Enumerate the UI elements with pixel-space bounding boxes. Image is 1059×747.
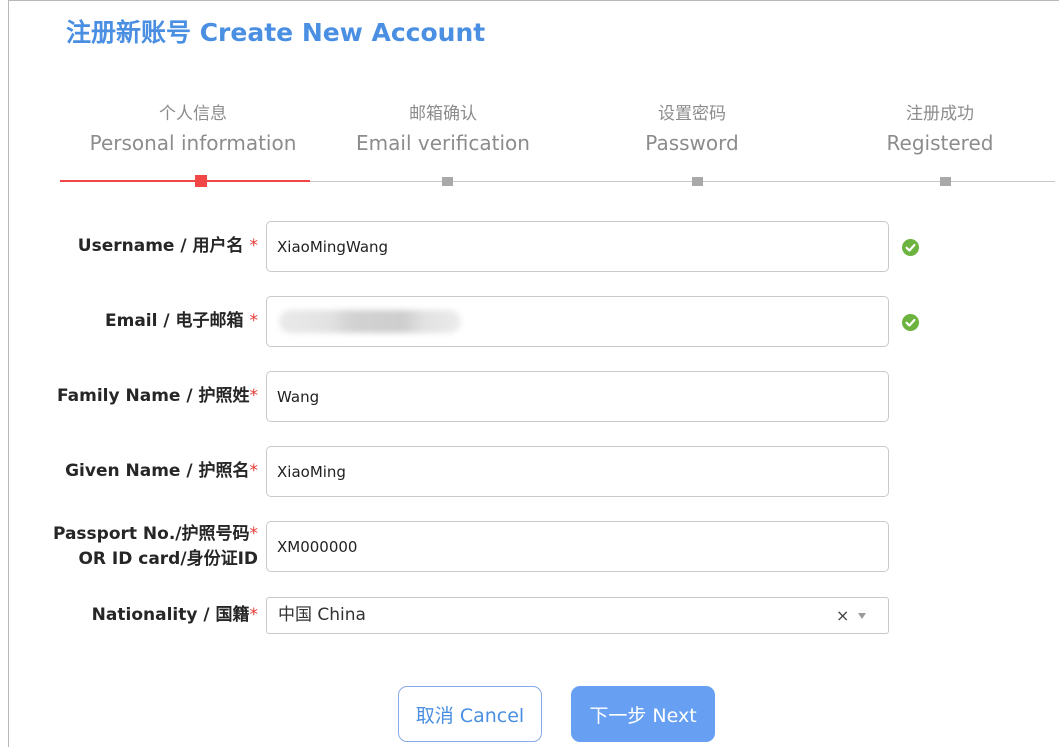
given-name-label: Given Name / 护照名*: [8, 446, 258, 497]
check-circle-icon-graphic: [902, 313, 919, 331]
step-registered: 注册成功 Registered: [822, 100, 1058, 158]
email-label: Email / 电子邮箱 *: [8, 296, 258, 347]
given-name-label-text: Given Name / 护照名: [65, 461, 250, 481]
nationality-label-line: Nationality / 国籍*: [92, 603, 258, 628]
username-input[interactable]: [266, 221, 889, 272]
passport-label-line-2: OR ID card/身份证ID: [78, 547, 258, 572]
nationality-row: Nationality / 国籍* 中国 China ×: [0, 597, 1059, 634]
cancel-button[interactable]: 取消 Cancel: [398, 686, 542, 742]
step-label-en: Personal information: [89, 131, 297, 155]
step-label-zh: 邮箱确认: [409, 104, 477, 124]
passport-label-text: Passport No./护照号码: [52, 523, 250, 544]
step-label-en: Password: [645, 131, 739, 155]
step-label-zh: 注册成功: [906, 104, 974, 124]
required-asterisk: *: [249, 311, 259, 331]
username-label: Username / 用户名 *: [8, 221, 258, 272]
passport-label-line-1: Passport No./护照号码*: [53, 522, 258, 547]
step-label-zh: 个人信息: [159, 104, 227, 124]
step-label-en: Registered: [886, 131, 994, 155]
given-name-label-line: Given Name / 护照名*: [65, 459, 258, 484]
family-name-row: Family Name / 护照姓*: [0, 371, 1059, 422]
passport-label: Passport No./护照号码* OR ID card/身份证ID: [8, 521, 258, 572]
registration-steps: 个人信息 Personal information 邮箱确认 Email ver…: [0, 95, 1059, 195]
required-asterisk: *: [249, 386, 259, 406]
step-password: 设置密码 Password: [574, 100, 810, 158]
family-name-input[interactable]: [266, 371, 889, 422]
id-card-label-text: OR ID card/身份证ID: [78, 548, 258, 569]
username-row: Username / 用户名 *: [0, 221, 1059, 272]
check-circle-icon-graphic: [902, 238, 919, 256]
step-personal-information: 个人信息 Personal information: [75, 100, 311, 158]
nationality-label-text: Nationality / 国籍: [91, 605, 250, 625]
email-label-line: Email / 电子邮箱 *: [105, 309, 258, 334]
family-name-label: Family Name / 护照姓*: [8, 371, 258, 422]
check-circle-icon: [902, 313, 919, 331]
required-asterisk: *: [249, 523, 259, 544]
family-name-label-line: Family Name / 护照姓*: [57, 384, 258, 409]
required-asterisk: *: [249, 236, 259, 256]
passport-row: Passport No./护照号码* OR ID card/身份证ID: [0, 521, 1059, 572]
step-label-zh: 设置密码: [658, 104, 726, 124]
email-row: Email / 电子邮箱 *: [0, 296, 1059, 347]
family-name-label-text: Family Name / 护照姓: [57, 386, 250, 406]
step-marker: [940, 177, 951, 186]
step-email-verification: 邮箱确认 Email verification: [325, 100, 561, 158]
step-marker: [442, 177, 453, 186]
username-label-text: Username / 用户名: [77, 236, 244, 256]
passport-input[interactable]: [266, 521, 889, 572]
required-asterisk: *: [249, 605, 259, 625]
page-title: 注册新账号 Create New Account: [66, 18, 486, 47]
step-label-en: Email verification: [356, 131, 530, 155]
check-circle-icon: [902, 238, 919, 256]
given-name-input[interactable]: [266, 446, 889, 497]
progress-track-fill: [60, 180, 310, 182]
email-input[interactable]: [266, 296, 889, 347]
nationality-select[interactable]: 中国 China ×: [266, 597, 889, 634]
close-icon[interactable]: ×: [836, 598, 849, 633]
nationality-label: Nationality / 国籍*: [8, 597, 258, 634]
username-label-line: Username / 用户名 *: [78, 234, 258, 259]
step-marker: [195, 175, 207, 187]
required-asterisk: *: [249, 461, 259, 481]
step-marker: [692, 177, 703, 186]
email-label-text: Email / 电子邮箱: [105, 311, 244, 331]
next-button[interactable]: 下一步 Next: [571, 686, 715, 742]
given-name-row: Given Name / 护照名*: [0, 446, 1059, 497]
caret-down-icon[interactable]: [858, 613, 866, 619]
nationality-selected-value: 中国 China: [278, 605, 366, 625]
